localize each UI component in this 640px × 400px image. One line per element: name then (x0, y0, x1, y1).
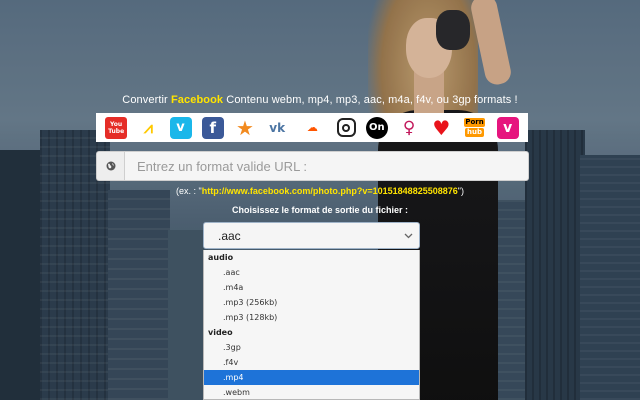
chevron-down-icon (404, 231, 413, 241)
optgroup-label: video (208, 328, 233, 337)
format-select-value: .aac (218, 228, 241, 243)
vk-icon[interactable]: vk (266, 117, 288, 139)
url-input[interactable] (124, 151, 529, 181)
example-link: http://www.facebook.com/photo.php?v=1015… (201, 186, 458, 196)
optgroup-label: audio (208, 253, 234, 262)
instagram-icon[interactable] (336, 118, 356, 137)
pornhub-icon[interactable]: Porn hub (463, 117, 487, 139)
url-input-group (96, 151, 529, 181)
soundcloud-icon[interactable]: ☁ (298, 117, 326, 139)
dropdown-option[interactable]: .mp3 (128kb) (204, 310, 419, 325)
dropdown-option[interactable]: .aac (204, 265, 419, 280)
v-icon[interactable]: v (496, 116, 519, 139)
heart-icon[interactable]: ♥ (430, 116, 452, 140)
facebook-icon[interactable]: f (201, 116, 224, 139)
supported-sites-bar: You Tube ⩘ v f ★ vk ☁ On ♀ ♥ Porn hub v (96, 113, 528, 142)
dropdown-option-highlighted[interactable]: .mp4 (204, 370, 419, 385)
choose-format-label: Choisissez le format de sortie du fichie… (231, 205, 409, 215)
vimeo-icon[interactable]: v (169, 116, 192, 139)
dropdown-option[interactable]: .mp3 (256kb) (204, 295, 419, 310)
dropdown-option[interactable]: .m4a (204, 280, 419, 295)
on-icon[interactable]: On (365, 116, 388, 139)
format-select[interactable]: .aac (203, 222, 420, 249)
liveleak-icon[interactable]: ★ (234, 116, 256, 140)
youtube-icon[interactable]: You Tube (105, 116, 128, 139)
dropdown-option[interactable]: .f4v (204, 355, 419, 370)
headline: Convertir Facebook Contenu webm, mp4, mp… (122, 94, 518, 106)
dailymotion-icon[interactable]: ⩘ (137, 117, 159, 139)
url-example: (ex. : "http://www.facebook.com/photo.ph… (176, 186, 464, 196)
dropdown-option[interactable]: .3gp (204, 340, 419, 355)
brand-name: Facebook (170, 94, 224, 106)
globe-icon (96, 151, 124, 181)
lady-icon[interactable]: ♀ (398, 117, 420, 139)
format-dropdown-list: audio .aac .m4a .mp3 (256kb) .mp3 (128kb… (203, 250, 420, 400)
dropdown-option[interactable]: .webm (204, 385, 419, 399)
